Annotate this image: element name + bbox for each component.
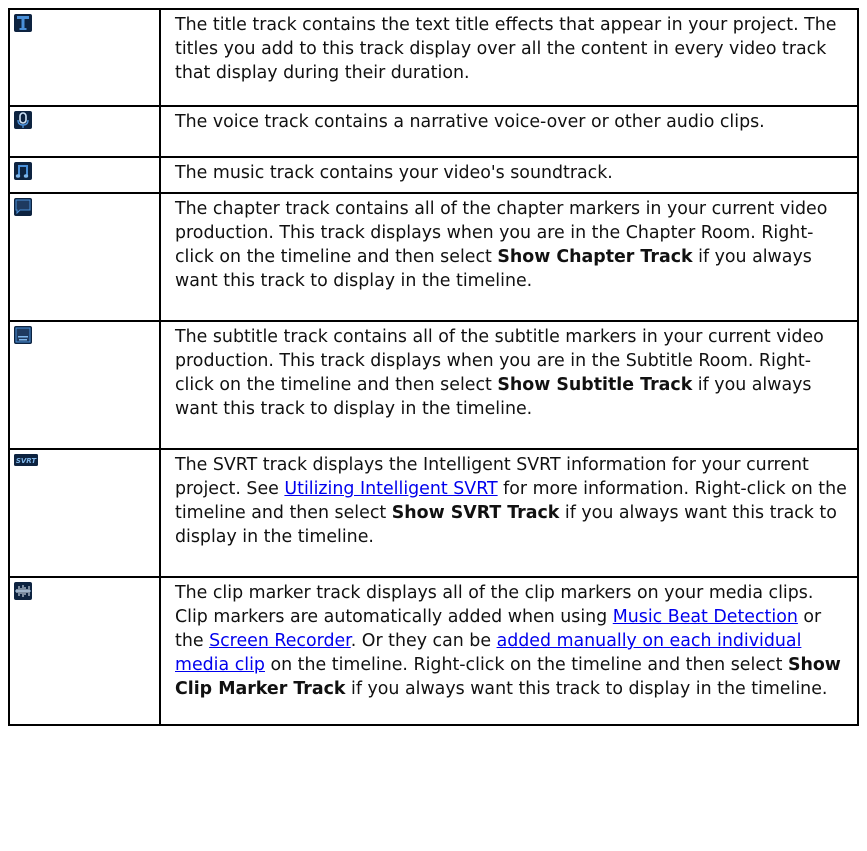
row-text: on the timeline. Right-click on the time…	[264, 655, 788, 675]
table-row: The voice track contains a narrative voi…	[8, 105, 859, 158]
row-text: if you always want this track to display…	[345, 679, 828, 699]
title-track-icon	[14, 14, 32, 32]
description-cell: The music track contains your video's so…	[159, 156, 859, 194]
icon-cell	[8, 576, 161, 726]
svrt-track-icon: SVRT	[14, 454, 38, 466]
row-text: The music track contains your video's so…	[175, 163, 613, 183]
screen-recorder-link[interactable]: Screen Recorder	[209, 631, 351, 651]
row-text: . Or they can be	[350, 631, 497, 651]
icon-cell	[8, 192, 161, 322]
description-cell: The clip marker track displays all of th…	[159, 576, 859, 726]
music-track-icon	[14, 162, 32, 180]
description-cell: The subtitle track contains all of the s…	[159, 320, 859, 450]
row-text: The title track contains the text title …	[175, 15, 837, 83]
track-table-container: The title track contains the text title …	[8, 8, 859, 726]
table-row: The music track contains your video's so…	[8, 156, 859, 194]
description-cell: The chapter track contains all of the ch…	[159, 192, 859, 322]
description-cell: The title track contains the text title …	[159, 8, 859, 107]
svg-text:SVRT: SVRT	[16, 457, 38, 465]
track-description-table: The title track contains the text title …	[8, 8, 859, 726]
table-row: The subtitle track contains all of the s…	[8, 320, 859, 450]
icon-cell	[8, 8, 161, 107]
menu-command: Show SVRT Track	[391, 503, 560, 523]
clip-marker-track-icon	[14, 582, 32, 600]
icon-cell	[8, 156, 161, 194]
subtitle-track-icon	[14, 326, 32, 344]
voice-track-icon	[14, 111, 32, 129]
row-text: The voice track contains a narrative voi…	[175, 112, 765, 132]
menu-command: Show Chapter Track	[497, 247, 693, 267]
description-cell: The SVRT track displays the Intelligent …	[159, 448, 859, 578]
description-cell: The voice track contains a narrative voi…	[159, 105, 859, 158]
table-row: The title track contains the text title …	[8, 8, 859, 107]
icon-cell: SVRT	[8, 448, 161, 578]
table-row: The chapter track contains all of the ch…	[8, 192, 859, 322]
music-beat-detection-link[interactable]: Music Beat Detection	[613, 607, 798, 627]
table-row: The clip marker track displays all of th…	[8, 576, 859, 726]
chapter-track-icon	[14, 198, 32, 216]
table-row: SVRT The SVRT track displays the Intelli…	[8, 448, 859, 578]
icon-cell	[8, 105, 161, 158]
utilizing-intelligent-svrt-link[interactable]: Utilizing Intelligent SVRT	[284, 479, 497, 499]
menu-command: Show Subtitle Track	[497, 375, 693, 395]
icon-cell	[8, 320, 161, 450]
